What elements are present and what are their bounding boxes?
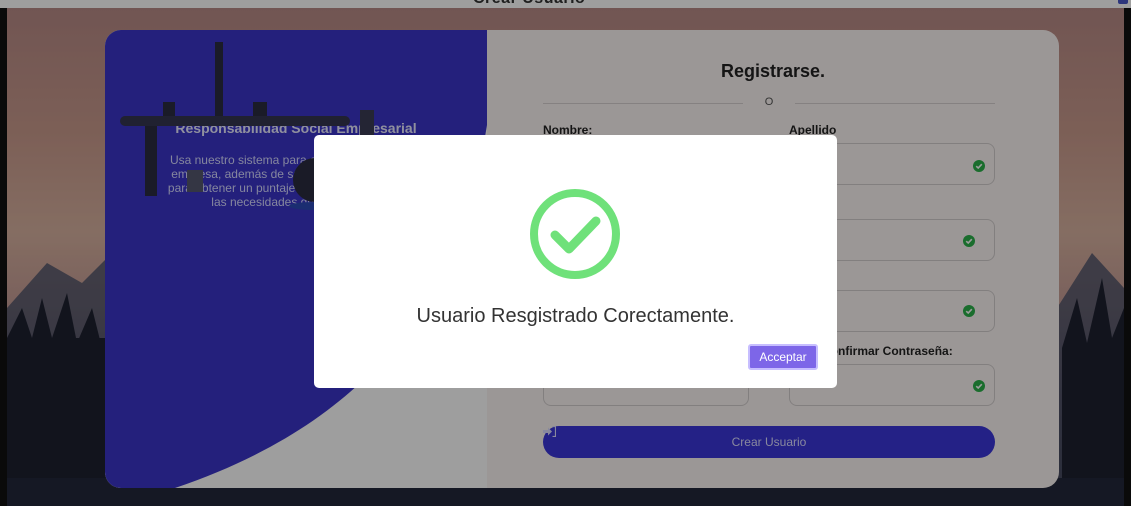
success-dialog: Usuario Resgistrado Corectamente. Accept… [314, 135, 837, 388]
check-circle-icon [530, 189, 620, 279]
modal-backdrop[interactable]: Usuario Resgistrado Corectamente. Accept… [0, 0, 1131, 506]
success-message: Usuario Resgistrado Corectamente. [416, 305, 735, 327]
accept-button[interactable]: Acceptar [748, 344, 818, 370]
